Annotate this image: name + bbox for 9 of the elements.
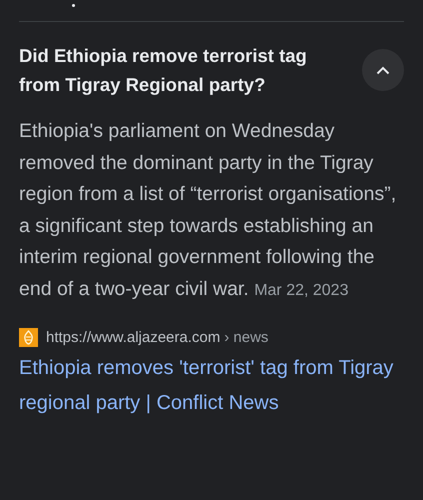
collapse-button[interactable] xyxy=(362,49,404,91)
source-path: › news xyxy=(224,329,268,346)
flame-logo-icon xyxy=(19,328,38,347)
result-link[interactable]: Ethiopia removes 'terrorist' tag from Tigray regional party | Conflict News xyxy=(19,351,404,421)
question-heading: Did Ethiopia remove terrorist tag from Tigray Regional party? xyxy=(19,44,308,97)
chevron-icon xyxy=(376,66,390,74)
cut-off-mark xyxy=(72,4,75,7)
source-url: https://www.aljazeera.com xyxy=(46,329,220,346)
answer-text: Ethiopia's parliament on Wednesday removed the dominant party in the Tigray region from a list of “terrorist organisations”, a significant step towards establishing an interim regional government following the end of a two-year civil war. Mar 22, 2023 xyxy=(19,119,398,302)
